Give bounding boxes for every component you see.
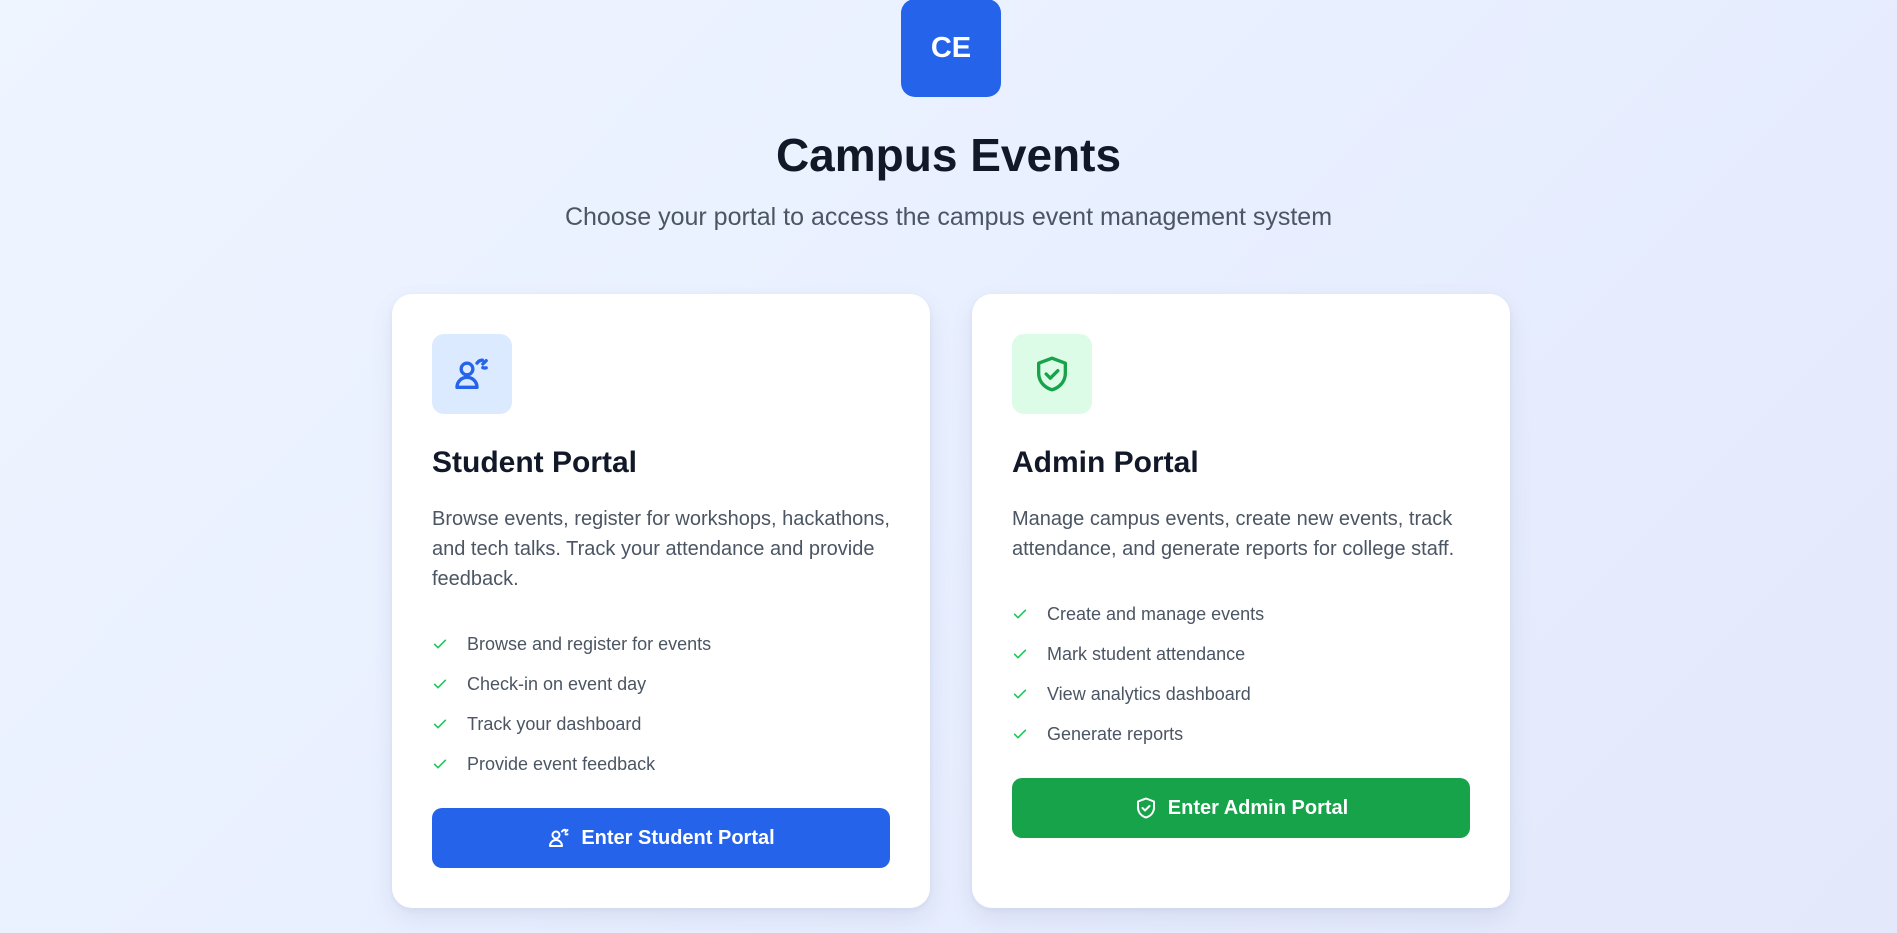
- student-portal-card: Student Portal Browse events, register f…: [392, 294, 930, 908]
- shield-check-icon: [1012, 334, 1092, 414]
- list-item: Browse and register for events: [432, 624, 711, 664]
- list-item: View analytics dashboard: [1012, 674, 1264, 714]
- feature-label: Provide event feedback: [467, 753, 656, 774]
- list-item: Mark student attendance: [1012, 634, 1264, 674]
- check-icon: [1012, 644, 1032, 664]
- admin-portal-card: Admin Portal Manage campus events, creat…: [972, 294, 1510, 908]
- check-icon: [432, 754, 452, 774]
- app-logo: CE: [901, 0, 1001, 97]
- list-item: Track your dashboard: [432, 704, 711, 744]
- page-subtitle: Choose your portal to access the campus …: [564, 203, 1333, 231]
- shield-check-icon: [1134, 796, 1158, 820]
- list-item: Provide event feedback: [432, 744, 711, 784]
- button-label: Enter Student Portal: [581, 826, 775, 849]
- list-item: Create and manage events: [1012, 594, 1264, 634]
- admin-portal-description: Manage campus events, create new events,…: [1012, 508, 1455, 560]
- check-icon: [432, 674, 452, 694]
- student-feature-list: Browse and register for events Check-in …: [432, 624, 711, 784]
- user-graduate-icon: [432, 334, 512, 414]
- page-title: Campus Events: [775, 129, 1122, 181]
- check-icon: [1012, 684, 1032, 704]
- list-item: Generate reports: [1012, 714, 1264, 754]
- user-graduate-icon: [547, 826, 571, 850]
- button-label: Enter Admin Portal: [1167, 796, 1349, 819]
- feature-label: View analytics dashboard: [1047, 683, 1251, 704]
- check-icon: [432, 634, 452, 654]
- admin-feature-list: Create and manage events Mark student at…: [1012, 594, 1264, 754]
- feature-label: Generate reports: [1047, 723, 1184, 744]
- feature-label: Track your dashboard: [467, 713, 642, 734]
- feature-label: Check-in on event day: [467, 673, 647, 694]
- student-portal-description: Browse events, register for workshops, h…: [432, 508, 890, 590]
- feature-label: Browse and register for events: [467, 633, 712, 654]
- feature-label: Mark student attendance: [1047, 643, 1246, 664]
- admin-portal-title: Admin Portal: [1012, 446, 1199, 479]
- student-portal-title: Student Portal: [432, 446, 638, 479]
- check-icon: [1012, 604, 1032, 624]
- check-icon: [1012, 724, 1032, 744]
- enter-student-portal-button[interactable]: Enter Student Portal: [432, 808, 890, 868]
- enter-admin-portal-button[interactable]: Enter Admin Portal: [1012, 778, 1470, 838]
- list-item: Check-in on event day: [432, 664, 711, 704]
- check-icon: [432, 714, 452, 734]
- logo-text: CE: [930, 31, 972, 64]
- feature-label: Create and manage events: [1047, 603, 1265, 624]
